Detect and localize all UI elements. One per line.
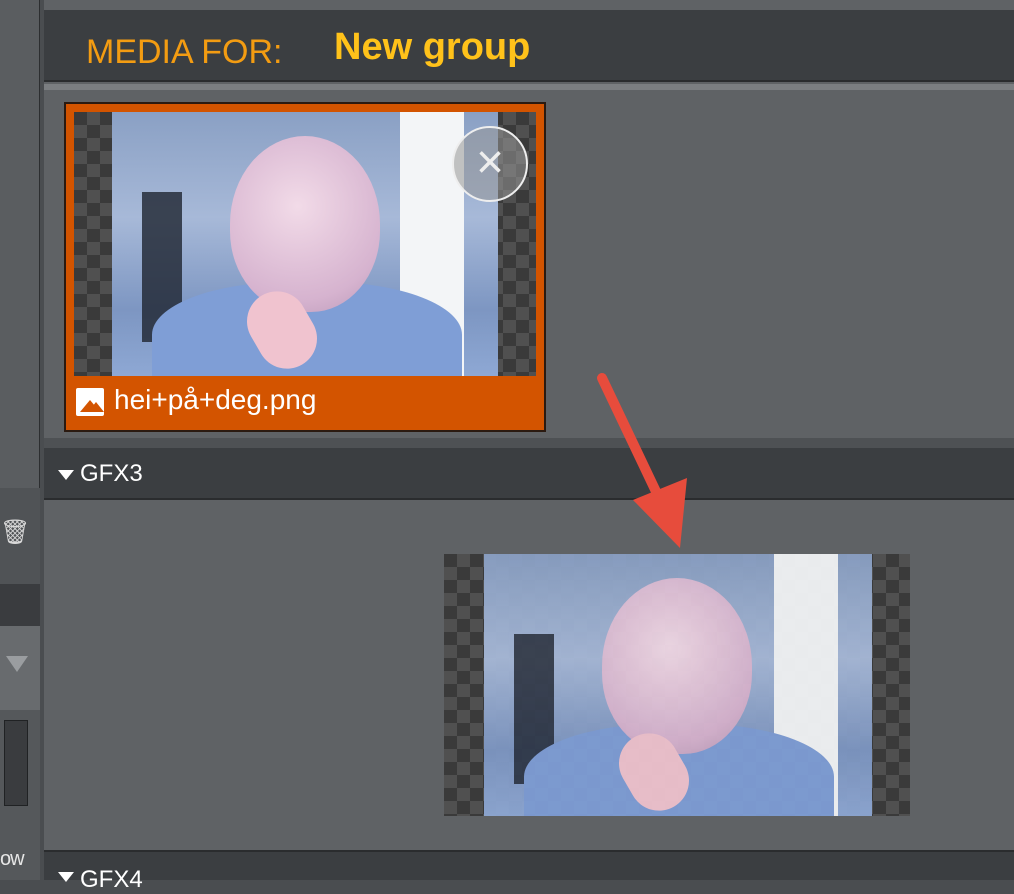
- remove-media-button[interactable]: ×: [452, 126, 528, 202]
- media-for-label: MEDIA FOR:: [86, 33, 283, 71]
- media-filename-bar: hei+på+deg.png: [74, 380, 536, 424]
- sidebar-input[interactable]: [4, 720, 28, 806]
- header-divider: [44, 84, 1014, 90]
- dragged-media-thumbnail[interactable]: [444, 554, 910, 816]
- left-sidebar: 🗑 ow: [0, 0, 40, 880]
- section-title: GFX3: [80, 460, 143, 487]
- media-thumbnail[interactable]: ×: [74, 112, 536, 376]
- media-header: MEDIA FOR: New group: [44, 10, 1014, 82]
- section-title: GFX4: [80, 866, 143, 893]
- expand-triangle-icon[interactable]: [58, 872, 74, 882]
- group-name: New group: [334, 26, 531, 68]
- sidebar-header: [0, 584, 40, 626]
- close-icon: ×: [475, 136, 505, 189]
- dragged-thumbnail-image: [484, 554, 872, 816]
- media-filename: hei+på+deg.png: [114, 384, 317, 415]
- chevron-down-icon: [6, 656, 28, 672]
- sidebar-bottom-label: ow: [0, 848, 25, 870]
- media-item[interactable]: × hei+på+deg.png: [64, 102, 546, 432]
- image-icon: [76, 388, 104, 416]
- trash-icon[interactable]: 🗑: [0, 518, 30, 547]
- gfx3-drop-area[interactable]: [44, 500, 1014, 852]
- expand-triangle-icon[interactable]: [58, 470, 74, 480]
- media-panel: MEDIA FOR: New group × hei+på+deg.png GF…: [44, 0, 1014, 893]
- sidebar-panel: [0, 0, 40, 488]
- section-header-gfx4[interactable]: GFX4: [44, 852, 1014, 893]
- sidebar-dropdown[interactable]: [0, 626, 40, 710]
- section-header-gfx3[interactable]: GFX3: [44, 448, 1014, 500]
- section-separator: [44, 438, 1014, 448]
- thumbnail-image: [112, 112, 498, 376]
